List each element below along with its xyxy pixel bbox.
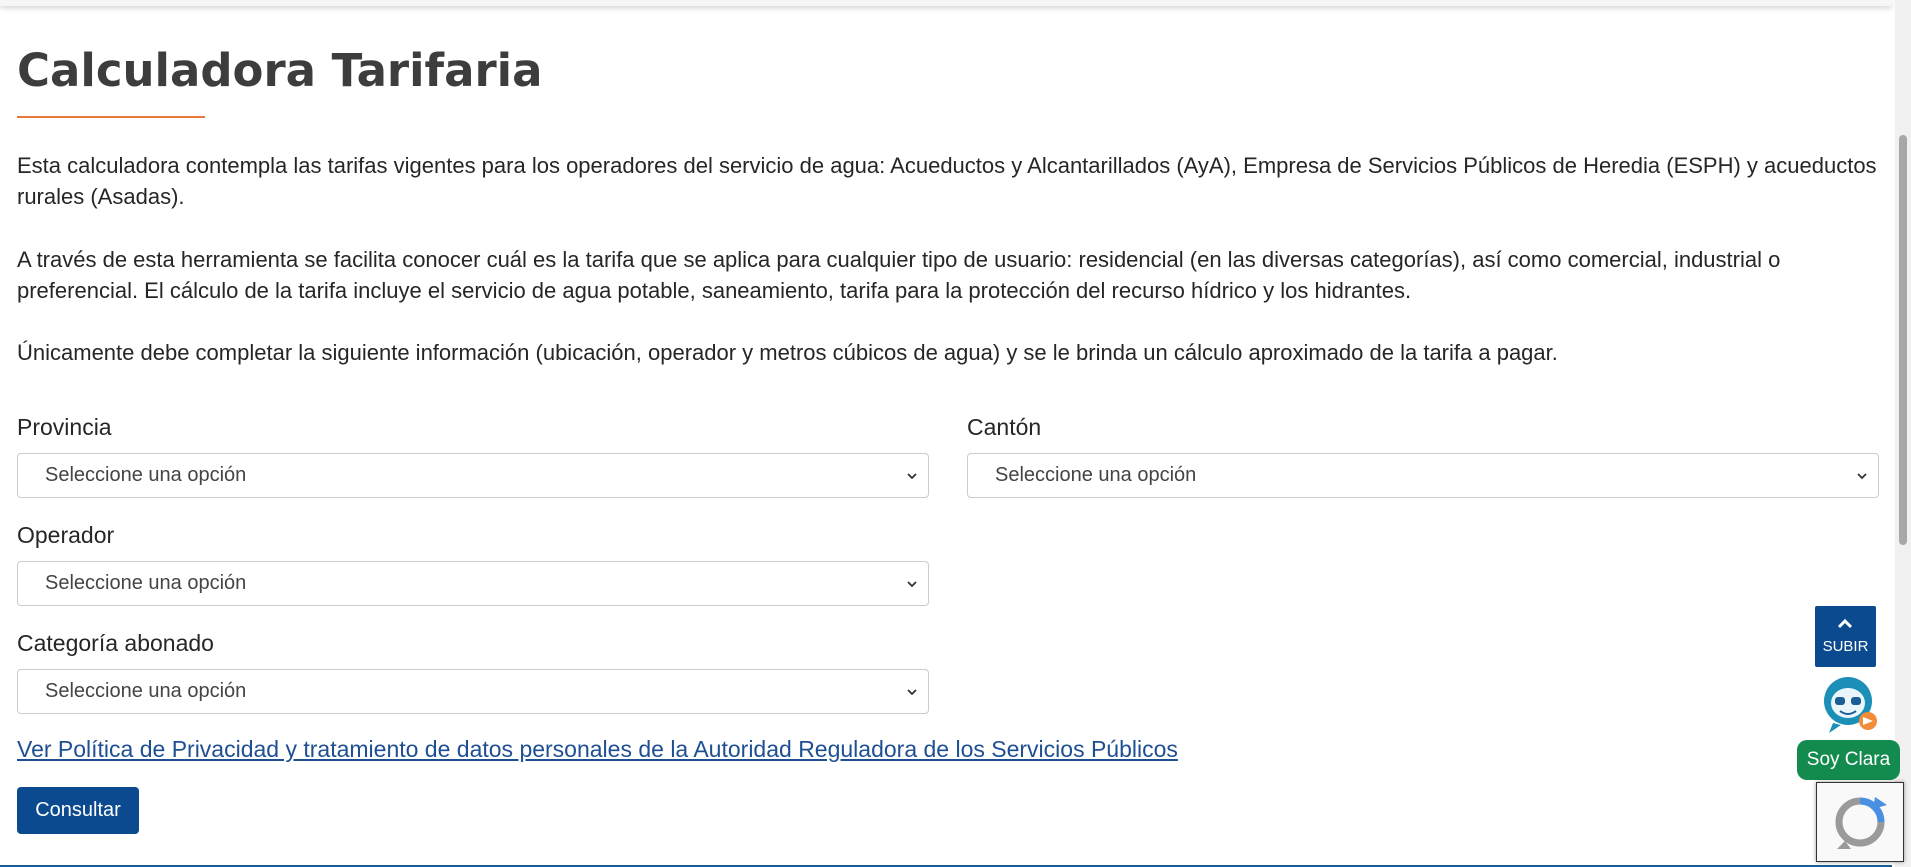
- provincia-label: Provincia: [17, 414, 112, 440]
- page-scrollbar[interactable]: [1895, 0, 1911, 867]
- intro-paragraph-3: Únicamente debe completar la siguiente i…: [17, 340, 1558, 365]
- chevron-down-icon: [907, 581, 917, 588]
- operador-label: Operador: [17, 522, 115, 548]
- chevron-down-icon: [907, 689, 917, 696]
- consultar-button[interactable]: Consultar: [17, 787, 139, 834]
- recaptcha-icon: [1835, 797, 1887, 849]
- chevron-down-icon: [1857, 473, 1867, 480]
- scroll-to-top-label: SUBIR: [1822, 638, 1869, 655]
- operador-select-value: Seleccione una opción: [45, 572, 247, 594]
- scroll-to-top-button[interactable]: SUBIR: [1815, 606, 1876, 667]
- categoria-select-value: Seleccione una opción: [45, 680, 247, 702]
- provincia-select[interactable]: Seleccione una opción: [17, 453, 929, 498]
- page-title: Calculadora Tarifaria: [17, 44, 543, 97]
- operador-select[interactable]: Seleccione una opción: [17, 561, 929, 606]
- categoria-label: Categoría abonado: [17, 630, 214, 656]
- title-underline: [17, 116, 205, 118]
- canton-label: Cantón: [967, 414, 1042, 440]
- top-header-bar: [0, 0, 1892, 6]
- provincia-select-value: Seleccione una opción: [45, 464, 247, 486]
- chevron-up-icon: [1837, 618, 1853, 629]
- assistant-button[interactable]: Soy Clara: [1797, 740, 1900, 780]
- canton-select-value: Seleccione una opción: [995, 464, 1197, 486]
- chevron-down-icon: [907, 473, 917, 480]
- privacy-policy-link[interactable]: Ver Política de Privacidad y tratamiento…: [17, 736, 1178, 763]
- intro-paragraph-1: Esta calculadora contempla las tarifas v…: [17, 153, 1877, 209]
- intro-paragraph-2: A través de esta herramienta se facilita…: [17, 247, 1781, 303]
- canton-select[interactable]: Seleccione una opción: [967, 453, 1879, 498]
- categoria-select[interactable]: Seleccione una opción: [17, 669, 929, 714]
- assistant-avatar-icon[interactable]: [1815, 673, 1881, 737]
- scrollbar-thumb[interactable]: [1899, 135, 1907, 545]
- recaptcha-badge[interactable]: [1816, 782, 1904, 862]
